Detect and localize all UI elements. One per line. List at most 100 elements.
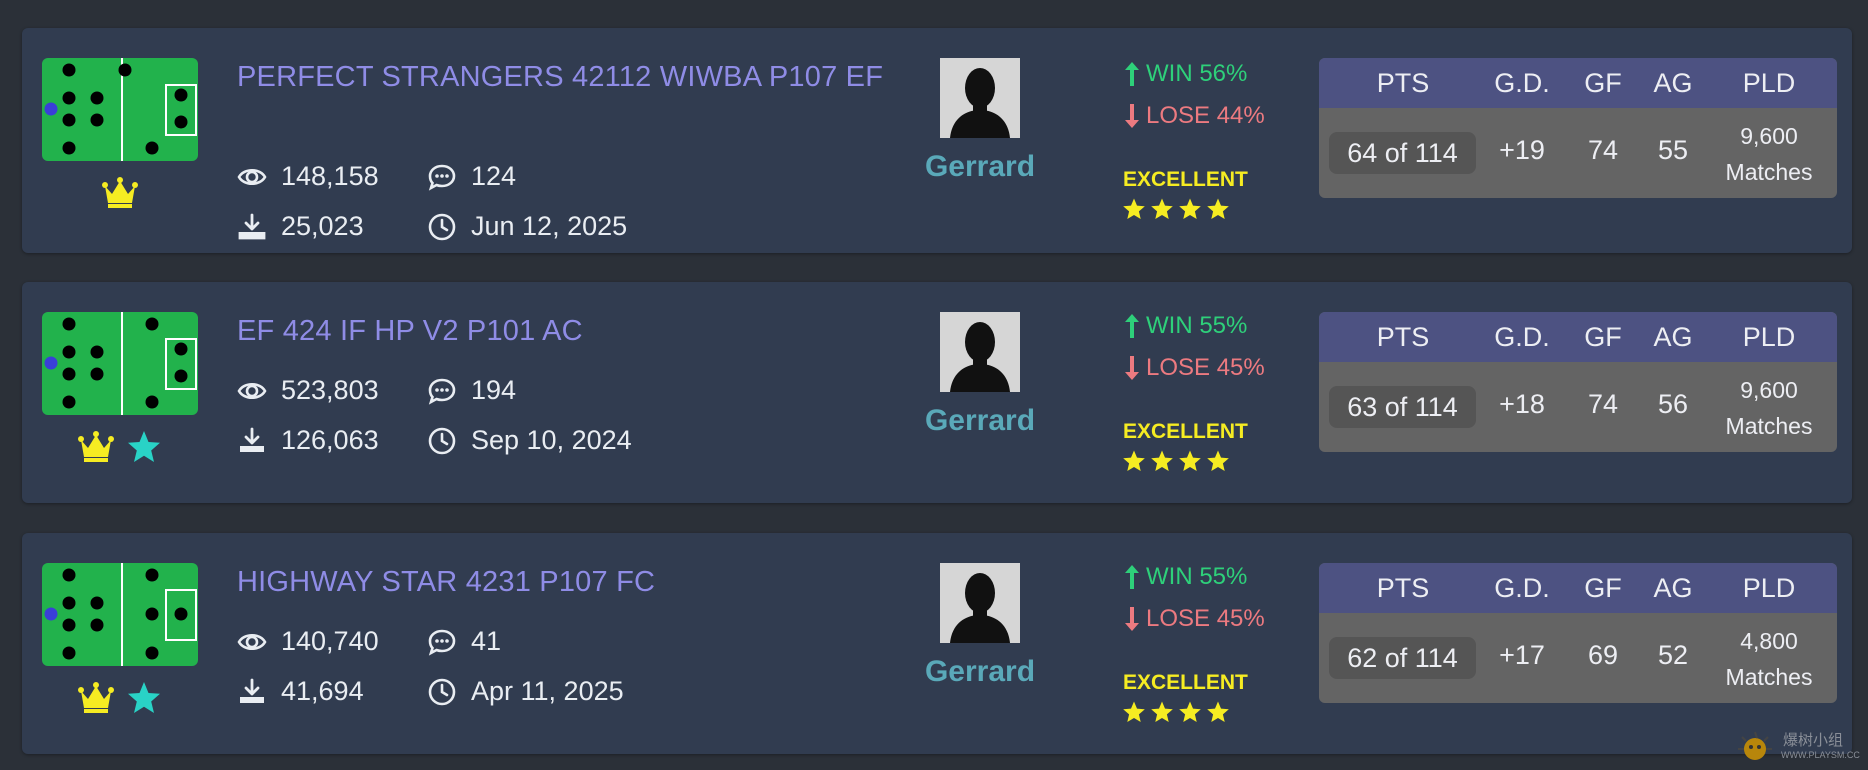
- star-icon: [1179, 450, 1201, 471]
- header-pts: PTS: [1376, 322, 1430, 352]
- stats-table-header: PTS G.D. GF AG PLD: [1319, 312, 1837, 362]
- header-gf: GF: [1584, 573, 1622, 603]
- badges: [42, 681, 198, 715]
- clock-icon: [428, 427, 456, 454]
- header-ag: AG: [1653, 322, 1693, 352]
- goals-for: 74: [1587, 389, 1619, 419]
- goals-against: 52: [1657, 640, 1689, 670]
- star-icon: [1207, 701, 1229, 722]
- downloads-count: 25,023: [281, 211, 364, 241]
- star-icon: [1123, 198, 1145, 219]
- goal-difference: +18: [1499, 389, 1545, 419]
- badges: [42, 430, 198, 464]
- arrow-down-icon: [1125, 356, 1139, 380]
- goals-against: 56: [1657, 389, 1689, 419]
- header-gd: G.D.: [1494, 573, 1550, 603]
- win-rate: WIN 56%: [1122, 60, 1247, 88]
- upload-date: Sep 10, 2024: [471, 425, 632, 455]
- header-pld: PLD: [1742, 573, 1796, 603]
- stats-table-header: PTS G.D. GF AG PLD: [1319, 563, 1837, 613]
- star-icon: [1151, 701, 1173, 722]
- header-gf: GF: [1584, 68, 1622, 98]
- date-stat: Apr 11, 2025: [427, 676, 624, 707]
- comments-count: 124: [471, 161, 517, 191]
- formation-card[interactable]: PERFECT STRANGERS 42112 WIWBA P107 EF 14…: [22, 28, 1852, 253]
- comments-count: 194: [471, 375, 517, 405]
- downloads-count: 41,694: [281, 676, 364, 706]
- player-name[interactable]: Gerrard: [902, 150, 1058, 184]
- formation-pitch-icon[interactable]: [42, 563, 198, 666]
- points-value: 63 of 114: [1329, 386, 1476, 428]
- watermark-text: 爆树小组: [1783, 731, 1844, 749]
- arrow-up-icon: [1125, 62, 1139, 86]
- played-matches: 4,800 Matches: [1719, 623, 1819, 695]
- player-name[interactable]: Gerrard: [902, 404, 1058, 438]
- player-name[interactable]: Gerrard: [902, 655, 1058, 689]
- formation-card[interactable]: HIGHWAY STAR 4231 P107 FC 140,740 41 41,…: [22, 533, 1852, 754]
- rating-label: EXCELLENT: [1123, 168, 1248, 191]
- rating-stars: [1122, 449, 1230, 473]
- eye-icon: [237, 633, 267, 650]
- win-rate-text: WIN 55%: [1146, 563, 1248, 590]
- formation-title[interactable]: HIGHWAY STAR 4231 P107 FC: [237, 563, 897, 601]
- header-pld: PLD: [1742, 322, 1796, 352]
- downloads-count: 126,063: [281, 425, 379, 455]
- comment-icon: [428, 378, 456, 405]
- header-pld: PLD: [1742, 68, 1796, 98]
- downloads-stat: 25,023: [237, 211, 364, 242]
- arrow-down-icon: [1125, 104, 1139, 128]
- avatar[interactable]: [940, 58, 1020, 138]
- header-pts: PTS: [1376, 573, 1430, 603]
- date-stat: Jun 12, 2025: [427, 211, 627, 242]
- formation-card[interactable]: EF 424 IF HP V2 P101 AC 523,803 194 126,…: [22, 282, 1852, 503]
- goal-difference: +17: [1499, 640, 1545, 670]
- eye-icon: [237, 168, 267, 185]
- points-value: 62 of 114: [1329, 637, 1476, 679]
- views-stat: 523,803: [237, 375, 379, 406]
- formation-pitch-icon[interactable]: [42, 312, 198, 415]
- played-count: 4,800: [1740, 628, 1798, 654]
- header-gf: GF: [1584, 322, 1622, 352]
- clock-icon: [428, 213, 456, 240]
- stats-table-header: PTS G.D. GF AG PLD: [1319, 58, 1837, 108]
- views-count: 148,158: [281, 161, 379, 191]
- formation-title[interactable]: EF 424 IF HP V2 P101 AC: [237, 312, 897, 350]
- formation-title[interactable]: PERFECT STRANGERS 42112 WIWBA P107 EF: [237, 58, 897, 96]
- views-stat: 148,158: [237, 161, 379, 192]
- badges: [42, 176, 198, 210]
- lose-rate: LOSE 45%: [1122, 354, 1265, 382]
- watermark: 爆树小组 WWW.PLAYSM.CC: [1735, 729, 1865, 765]
- lose-rate-text: LOSE 45%: [1146, 354, 1265, 381]
- downloads-stat: 126,063: [237, 425, 379, 456]
- watermark-url: WWW.PLAYSM.CC: [1781, 750, 1860, 760]
- crown-icon: [102, 176, 138, 210]
- win-rate: WIN 55%: [1122, 312, 1247, 340]
- arrow-up-icon: [1125, 565, 1139, 589]
- lose-rate-text: LOSE 44%: [1146, 102, 1265, 129]
- rating-label: EXCELLENT: [1123, 671, 1248, 694]
- stats-table-row: 62 of 114 +17 69 52 4,800 Matches: [1319, 613, 1837, 703]
- crown-icon: [78, 681, 114, 715]
- eye-icon: [237, 382, 267, 399]
- star-icon: [1179, 701, 1201, 722]
- rating-label: EXCELLENT: [1123, 420, 1248, 443]
- win-rate-text: WIN 55%: [1146, 312, 1248, 339]
- formation-pitch-icon[interactable]: [42, 58, 198, 161]
- views-stat: 140,740: [237, 626, 379, 657]
- star-icon: [1123, 450, 1145, 471]
- header-ag: AG: [1653, 573, 1693, 603]
- clock-icon: [428, 678, 456, 705]
- stats-table-row: 63 of 114 +18 74 56 9,600 Matches: [1319, 362, 1837, 452]
- stats-table-row: 64 of 114 +19 74 55 9,600 Matches: [1319, 108, 1837, 198]
- lose-rate: LOSE 45%: [1122, 605, 1265, 633]
- played-unit: Matches: [1725, 664, 1813, 690]
- header-ag: AG: [1653, 68, 1693, 98]
- header-gd: G.D.: [1494, 68, 1550, 98]
- stats-table: PTS G.D. GF AG PLD 62 of 114 +17 69 52 4…: [1319, 563, 1837, 703]
- played-unit: Matches: [1725, 413, 1813, 439]
- avatar[interactable]: [940, 312, 1020, 392]
- avatar[interactable]: [940, 563, 1020, 643]
- upload-date: Jun 12, 2025: [471, 211, 628, 241]
- header-gd: G.D.: [1494, 322, 1550, 352]
- goals-for: 74: [1587, 135, 1619, 165]
